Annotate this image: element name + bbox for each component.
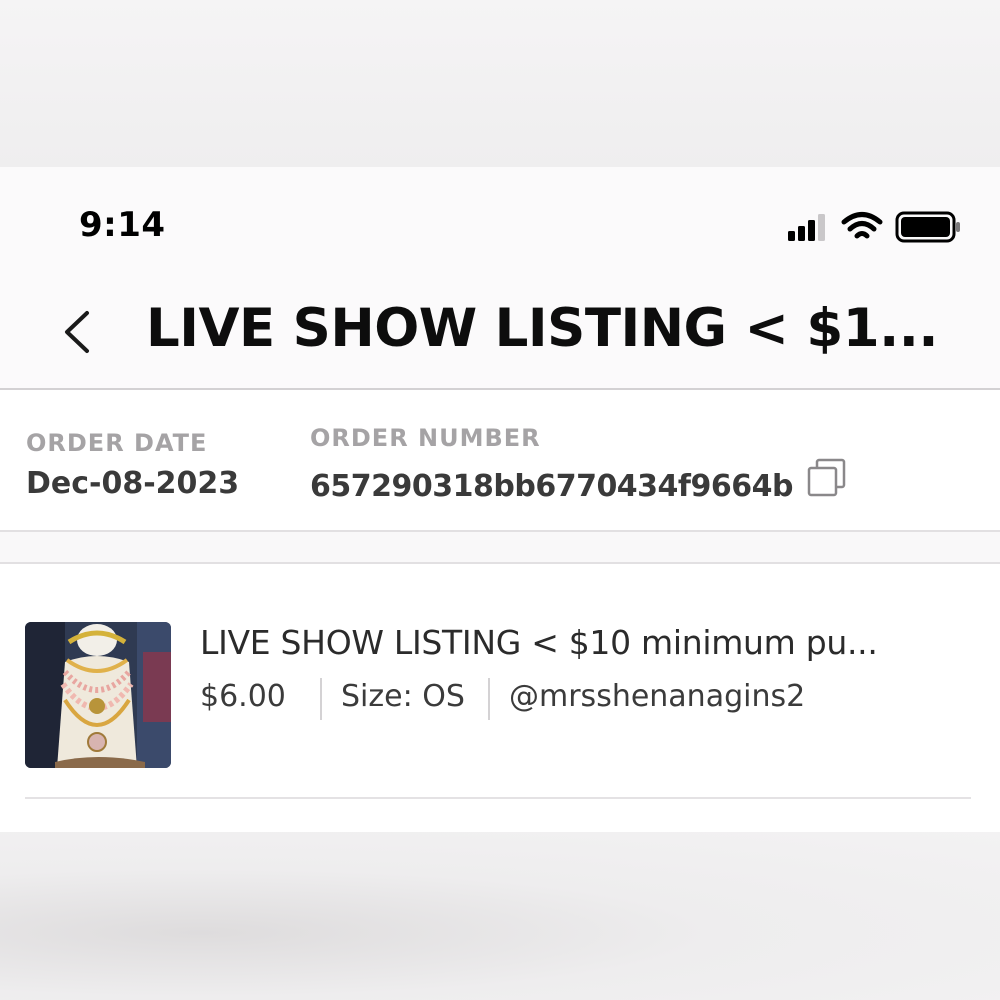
meta-divider xyxy=(320,678,322,720)
navigation-bar: LIVE SHOW LISTING < $1... xyxy=(0,267,1000,390)
wifi-icon xyxy=(841,212,883,239)
section-spacer xyxy=(0,532,1000,564)
order-item-row[interactable]: LIVE SHOW LISTING < $10 minimum pu... $6… xyxy=(0,564,1000,802)
battery-icon xyxy=(895,211,960,243)
item-size: Size: OS xyxy=(341,679,465,714)
seller-username[interactable]: @mrsshenanagins2 xyxy=(509,679,805,714)
page-title: LIVE SHOW LISTING < $1... xyxy=(146,298,939,359)
order-date-value: Dec-08-2023 xyxy=(26,466,240,501)
status-icons xyxy=(788,211,960,243)
chevron-left-icon[interactable] xyxy=(60,307,94,357)
top-backdrop xyxy=(0,0,1000,167)
item-divider xyxy=(25,797,971,799)
status-bar: 9:14 xyxy=(0,167,1000,267)
order-date-label: ORDER DATE xyxy=(26,429,208,457)
item-title[interactable]: LIVE SHOW LISTING < $10 minimum pu... xyxy=(200,623,960,662)
status-time: 9:14 xyxy=(79,205,166,245)
phone-screen: 9:14 LIVE SHOW LISTING < $1... ORDER DAT… xyxy=(0,167,1000,832)
order-info-section: ORDER DATE Dec-08-2023 ORDER NUMBER 6572… xyxy=(0,390,1000,532)
item-thumbnail-image[interactable] xyxy=(25,622,171,768)
order-number-value: 657290318bb6770434f9664b xyxy=(310,469,793,504)
copy-icon[interactable] xyxy=(806,458,848,500)
meta-divider xyxy=(488,678,490,720)
bottom-backdrop xyxy=(0,832,1000,1000)
order-number-label: ORDER NUMBER xyxy=(310,424,541,452)
cellular-signal-icon xyxy=(788,214,825,241)
item-price: $6.00 xyxy=(200,679,286,714)
